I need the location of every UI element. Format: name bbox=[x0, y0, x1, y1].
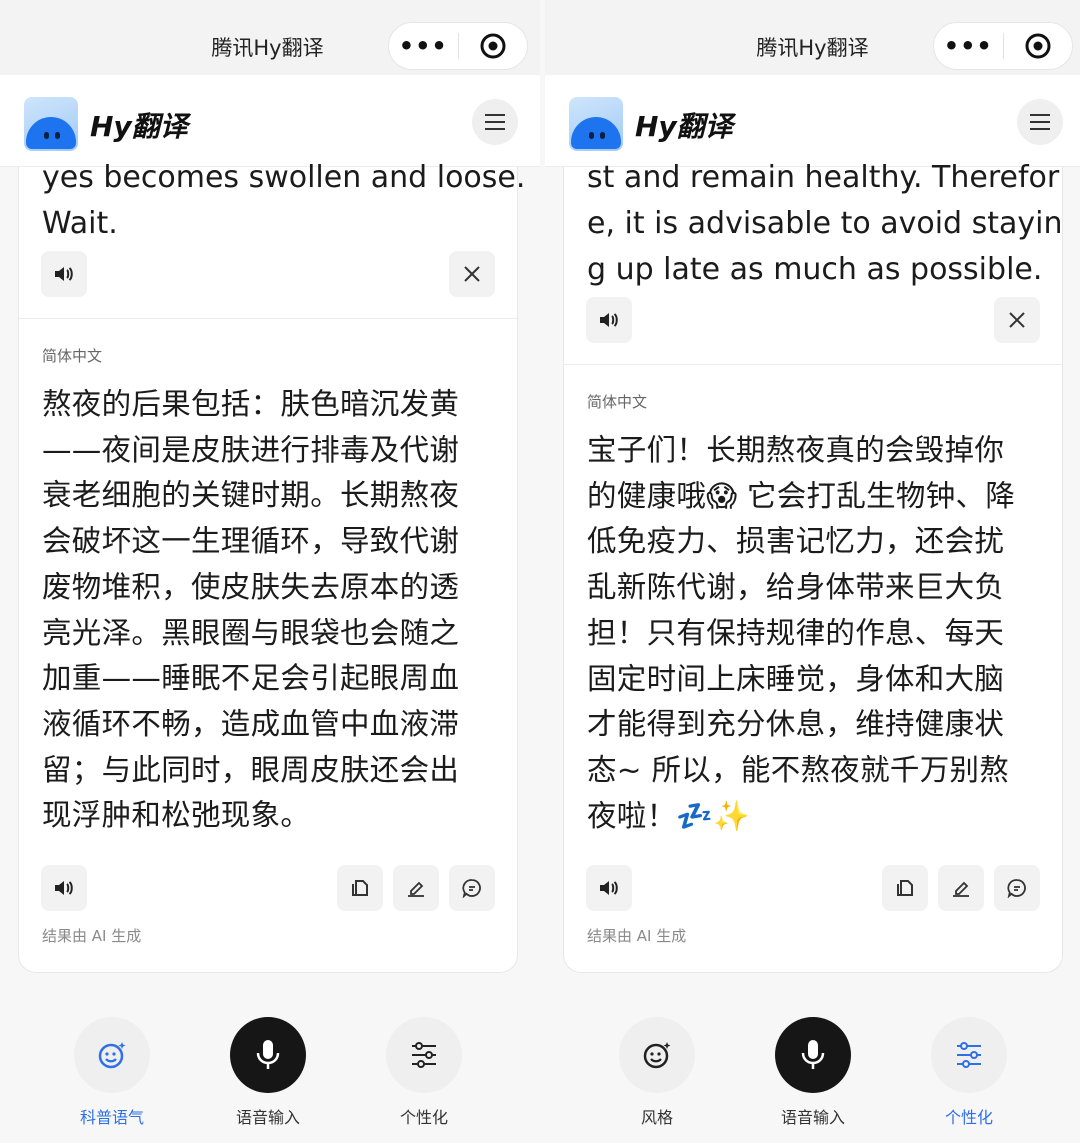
more-dots-icon[interactable]: ••• bbox=[934, 23, 1003, 69]
microphone-icon bbox=[256, 1040, 280, 1069]
voice-input-button[interactable] bbox=[775, 1017, 851, 1093]
copy-icon bbox=[897, 880, 913, 896]
bottom-toolbar: 风格 语音输入 个性化 bbox=[545, 1000, 1080, 1143]
more-dots-icon[interactable]: ••• bbox=[389, 23, 458, 69]
microphone-icon bbox=[801, 1040, 825, 1069]
translator-screen-right: 腾讯Hy翻译 ••• Hy翻译 st and remain healthy. T… bbox=[545, 0, 1080, 1143]
source-speaker-button[interactable] bbox=[586, 297, 632, 343]
hamburger-menu-icon[interactable] bbox=[472, 99, 518, 145]
source-section: yes becomes swollen and loose. Wait. bbox=[19, 160, 525, 319]
miniprogram-navbar: 腾讯Hy翻译 ••• bbox=[0, 0, 540, 75]
voice-input-label: 语音输入 bbox=[235, 1108, 300, 1127]
source-speaker-button[interactable] bbox=[41, 251, 87, 297]
translation-text: 熬夜的后果包括：肤色暗沉发黄 ——夜间是皮肤进行排毒及代谢 衰老细胞的关键时期。… bbox=[42, 387, 460, 833]
personalize-button[interactable] bbox=[386, 1017, 462, 1093]
source-section: st and remain healthy. Therefor e, it is… bbox=[564, 160, 1064, 365]
personalize-button[interactable] bbox=[931, 1017, 1007, 1093]
smiley-sparkle-icon bbox=[98, 1042, 126, 1069]
style-label: 风格 bbox=[640, 1108, 673, 1127]
clear-source-button[interactable] bbox=[994, 297, 1040, 343]
edit-button[interactable] bbox=[393, 865, 439, 911]
record-target-icon[interactable] bbox=[459, 23, 528, 69]
feedback-icon bbox=[462, 879, 481, 898]
app-logo bbox=[569, 97, 623, 151]
app-header: Hy翻译 bbox=[0, 75, 540, 167]
style-button[interactable] bbox=[619, 1017, 695, 1093]
ai-generated-note: 结果由 AI 生成 bbox=[587, 927, 687, 945]
personalize-label: 个性化 bbox=[944, 1108, 993, 1127]
app-logo bbox=[24, 97, 78, 151]
copy-icon bbox=[352, 880, 368, 896]
app-header: Hy翻译 bbox=[545, 75, 1080, 167]
miniprogram-navbar: 腾讯Hy翻译 ••• bbox=[545, 0, 1080, 75]
translation-card: st and remain healthy. Therefor e, it is… bbox=[563, 160, 1064, 973]
app-brand: Hy翻译 bbox=[635, 110, 733, 143]
target-language-label: 简体中文 bbox=[42, 347, 103, 365]
close-icon bbox=[464, 266, 480, 282]
translation-speaker-button[interactable] bbox=[41, 865, 87, 911]
close-icon bbox=[1009, 312, 1025, 328]
target-language-label: 简体中文 bbox=[587, 393, 648, 411]
smiley-sparkle-icon bbox=[643, 1042, 671, 1069]
translation-card: yes becomes swollen and loose. Wait. 简体中… bbox=[18, 160, 525, 973]
hamburger-menu-icon[interactable] bbox=[1017, 99, 1063, 145]
app-brand: Hy翻译 bbox=[90, 110, 188, 143]
copy-button[interactable] bbox=[882, 865, 928, 911]
voice-input-label: 语音输入 bbox=[780, 1108, 845, 1127]
ai-generated-note: 结果由 AI 生成 bbox=[42, 927, 142, 945]
bottom-toolbar: 科普语气 语音输入 个性化 bbox=[0, 1000, 540, 1143]
source-text: yes becomes swollen and loose. Wait. bbox=[42, 160, 526, 241]
feedback-button[interactable] bbox=[994, 865, 1040, 911]
feedback-button[interactable] bbox=[449, 865, 495, 911]
sliders-icon bbox=[957, 1042, 981, 1068]
edit-button[interactable] bbox=[938, 865, 984, 911]
record-target-icon[interactable] bbox=[1004, 23, 1073, 69]
translator-screen-left: 腾讯Hy翻译 ••• Hy翻译 yes becomes swollen and … bbox=[0, 0, 540, 1143]
personalize-label: 个性化 bbox=[399, 1108, 448, 1127]
feedback-icon bbox=[1007, 879, 1026, 898]
source-text: st and remain healthy. Therefor e, it is… bbox=[587, 160, 1063, 287]
navbar-capsule: ••• bbox=[933, 22, 1073, 70]
screenshot-root: 腾讯Hy翻译 ••• Hy翻译 yes becomes swollen and … bbox=[0, 0, 1080, 1143]
clear-source-button[interactable] bbox=[449, 251, 495, 297]
copy-button[interactable] bbox=[337, 865, 383, 911]
voice-input-button[interactable] bbox=[230, 1017, 306, 1093]
edit-icon bbox=[953, 881, 969, 897]
translation-text: 宝子们！长期熬夜真的会毁掉你 的健康哦😱 它会打乱生物钟、降 低免疫力、损害记忆… bbox=[587, 433, 1016, 833]
edit-icon bbox=[408, 881, 424, 897]
tone-label: 科普语气 bbox=[79, 1108, 144, 1127]
tone-button[interactable] bbox=[74, 1017, 150, 1093]
translation-speaker-button[interactable] bbox=[586, 865, 632, 911]
speaker-icon bbox=[55, 267, 73, 281]
speaker-icon bbox=[600, 881, 618, 895]
sliders-icon bbox=[412, 1042, 436, 1068]
navbar-capsule: ••• bbox=[388, 22, 528, 70]
speaker-icon bbox=[600, 313, 618, 327]
speaker-icon bbox=[55, 881, 73, 895]
